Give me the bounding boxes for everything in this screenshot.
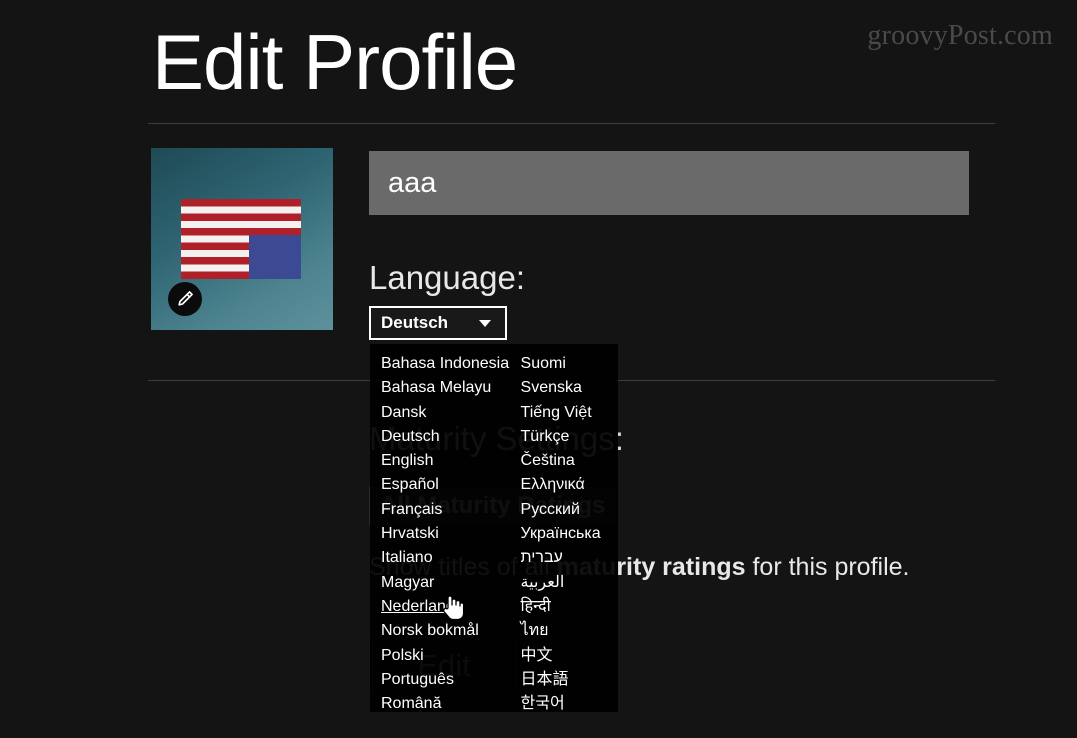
language-option[interactable]: Suomi	[521, 352, 618, 376]
language-option[interactable]: العربية	[521, 571, 618, 595]
language-option[interactable]: Ελληνικά	[521, 473, 618, 497]
language-option[interactable]: Čeština	[521, 449, 618, 473]
language-option[interactable]: Dansk	[381, 401, 521, 425]
language-select-button[interactable]: Deutsch	[369, 306, 507, 340]
language-options-column-left: Bahasa Indonesia Bahasa Melayu Dansk Deutsc…	[370, 352, 521, 712]
avatar[interactable]	[151, 148, 333, 330]
language-option[interactable]: Norsk bokmål	[381, 619, 521, 643]
flag-canton	[249, 235, 301, 279]
maturity-description-suffix: for this profile.	[745, 553, 910, 581]
language-option[interactable]: Italiano	[381, 546, 521, 570]
language-option[interactable]: Svenska	[521, 376, 618, 400]
language-option[interactable]: Bahasa Melayu	[381, 376, 521, 400]
language-select-value: Deutsch	[381, 313, 449, 332]
language-option[interactable]: עברית	[521, 546, 618, 570]
language-option[interactable]: English	[381, 449, 521, 473]
language-option[interactable]: 日本語	[521, 668, 618, 692]
language-option[interactable]: Українська	[521, 522, 618, 546]
language-option[interactable]: ไทย	[521, 619, 618, 643]
language-option[interactable]: Nederlands	[381, 595, 521, 619]
language-option[interactable]: Русский	[521, 498, 618, 522]
page-title: Edit Profile	[152, 18, 518, 106]
language-option[interactable]: 中文	[521, 644, 618, 668]
divider-top	[148, 123, 995, 124]
site-watermark: groovyPost.com	[867, 20, 1053, 51]
language-option[interactable]: Deutsch	[381, 425, 521, 449]
chevron-down-icon	[479, 319, 491, 327]
language-option[interactable]: Français	[381, 498, 521, 522]
language-option[interactable]: Español	[381, 473, 521, 497]
language-option[interactable]: Português	[381, 668, 521, 692]
language-option[interactable]: Română	[381, 692, 521, 712]
language-label: Language:	[369, 259, 525, 296]
us-flag-icon	[181, 199, 301, 279]
language-option[interactable]: Hrvatski	[381, 522, 521, 546]
language-option[interactable]: Tiếng Việt	[521, 401, 618, 425]
language-option[interactable]: Bahasa Indonesia	[381, 352, 521, 376]
language-options-column-right: Suomi Svenska Tiếng Việt Türkçe Čeština Ελλην…	[521, 352, 618, 712]
language-option[interactable]: Polski	[381, 644, 521, 668]
language-option[interactable]: Türkçe	[521, 425, 618, 449]
pencil-icon[interactable]	[168, 282, 202, 316]
profile-name-input[interactable]	[369, 151, 969, 215]
language-option[interactable]: 한국어	[521, 692, 618, 712]
language-dropdown-panel[interactable]: Bahasa Indonesia Bahasa Melayu Dansk Deutsc…	[370, 344, 618, 712]
language-option[interactable]: हिन्दी	[521, 595, 618, 619]
language-option[interactable]: Magyar	[381, 571, 521, 595]
